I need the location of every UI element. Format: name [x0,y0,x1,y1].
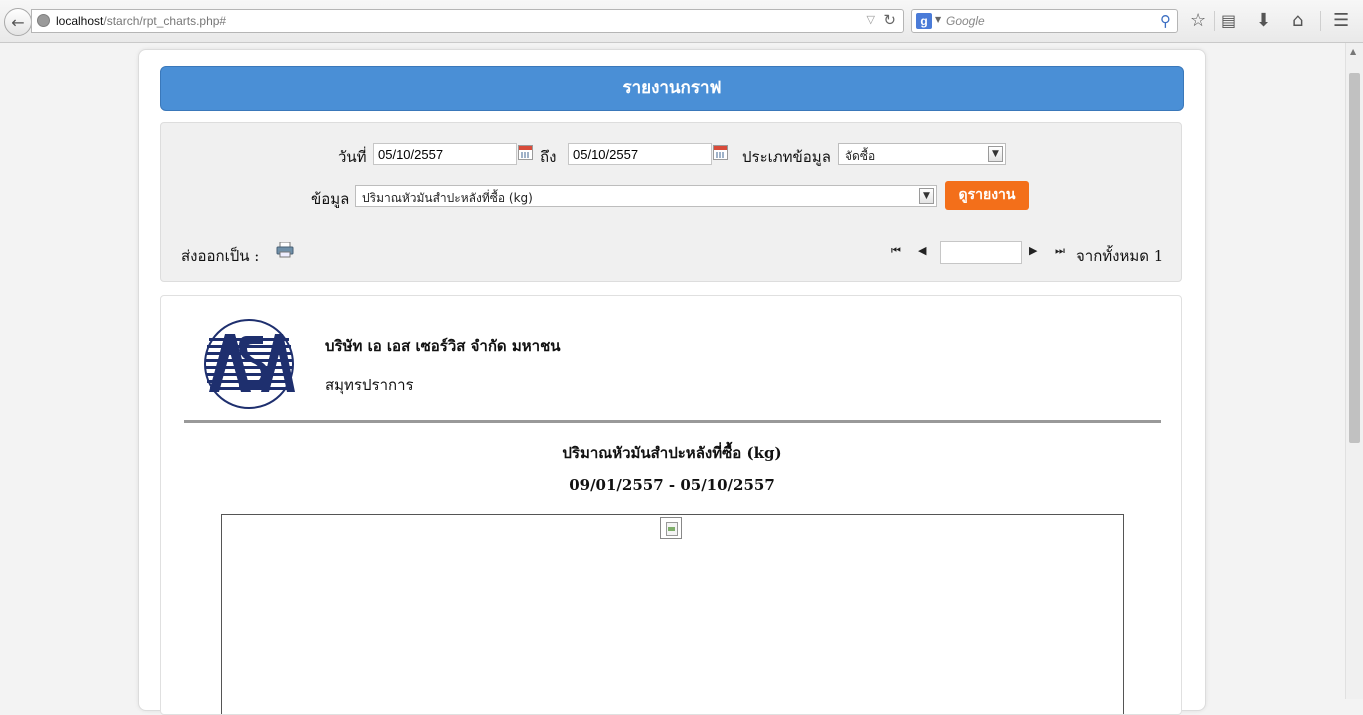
next-page-icon[interactable]: ▶ [1029,244,1037,257]
first-page-icon[interactable]: ⏮ [891,244,901,258]
search-bar[interactable]: g ▼ Google ⚲ [911,9,1178,33]
calendar-icon[interactable] [518,145,533,160]
browser-toolbar: ← localhost/starch/rpt_charts.php# ▽ ↻ g… [0,0,1363,43]
data-selected: ปริมาณหัวมันสำปะหลังที่ซื้อ (kg) [362,191,533,205]
company-name: บริษัท เอ เอส เซอร์วิส จำกัด มหาชน [325,337,561,355]
company-logo [204,319,295,409]
back-icon[interactable]: ← [4,8,32,36]
data-type-selected: จัดซื้อ [845,149,876,163]
to-label: ถึง [540,148,557,166]
home-icon[interactable]: ⌂ [1292,10,1303,32]
report-date-range: 09/01/2557 - 05/10/2557 [569,476,775,494]
chart-frame [221,514,1124,714]
date-to-input[interactable] [568,143,712,165]
chevron-down-icon[interactable]: ▼ [988,146,1003,162]
export-label: ส่งออกเป็น : [181,247,260,265]
reload-icon[interactable]: ↻ [883,11,896,29]
toolbar-separator [1320,11,1321,31]
report-title: ปริมาณหัวมันสำปะหลังที่ซื้อ (kg) [562,444,782,462]
prev-page-icon[interactable]: ◀ [918,244,926,257]
last-page-icon[interactable]: ⏭ [1055,244,1065,258]
view-report-button[interactable]: ดูรายงาน [945,181,1029,210]
scroll-up-icon[interactable]: ▲ [1350,47,1356,56]
search-icon[interactable]: ⚲ [1160,12,1171,30]
menu-icon[interactable]: ☰ [1333,10,1349,32]
search-placeholder[interactable]: Google [946,14,985,28]
printer-icon[interactable] [276,242,294,258]
reading-list-icon[interactable]: ▤ [1221,10,1236,32]
chevron-down-icon[interactable]: ▼ [919,188,934,204]
page-title: รายงานกราฟ [160,66,1184,111]
data-type-select[interactable]: จัดซื้อ ▼ [838,143,1006,165]
download-icon[interactable]: ⬇ [1256,10,1271,32]
header-divider [184,420,1161,423]
data-select[interactable]: ปริมาณหัวมันสำปะหลังที่ซื้อ (kg) ▼ [355,185,937,207]
google-icon[interactable]: g [916,13,932,29]
report-area: บริษัท เอ เอส เซอร์วิส จำกัด มหาชน สมุทร… [160,295,1182,715]
calendar-icon[interactable] [713,145,728,160]
filter-panel: วันที่ ถึง ประเภทข้อมูล จัดซื้อ ▼ ข้อมูล… [160,122,1182,282]
date-label: วันที่ [338,148,367,166]
star-icon[interactable]: ☆ [1190,10,1206,32]
page-scrollbar[interactable]: ▲ [1345,43,1363,699]
globe-icon [37,14,50,27]
data-label: ข้อมูล [311,190,350,208]
address-bar[interactable]: localhost/starch/rpt_charts.php# ▽ ↻ [31,9,904,33]
data-type-label: ประเภทข้อมูล [742,148,831,166]
page-total-label: จากทั้งหมด 1 [1076,247,1164,265]
date-from-input[interactable] [373,143,517,165]
broken-image-icon [660,517,682,539]
page-number-input[interactable] [940,241,1022,264]
scroll-thumb[interactable] [1349,73,1360,443]
url-text[interactable]: localhost/starch/rpt_charts.php# [56,14,226,28]
url-dropdown-icon[interactable]: ▽ [867,13,875,26]
company-province: สมุทรปราการ [325,376,414,394]
search-engine-dropdown-icon[interactable]: ▼ [935,15,941,24]
page-container: รายงานกราฟ วันที่ ถึง ประเภทข้อมูล จัดซื… [138,49,1206,715]
toolbar-separator [1214,11,1215,31]
